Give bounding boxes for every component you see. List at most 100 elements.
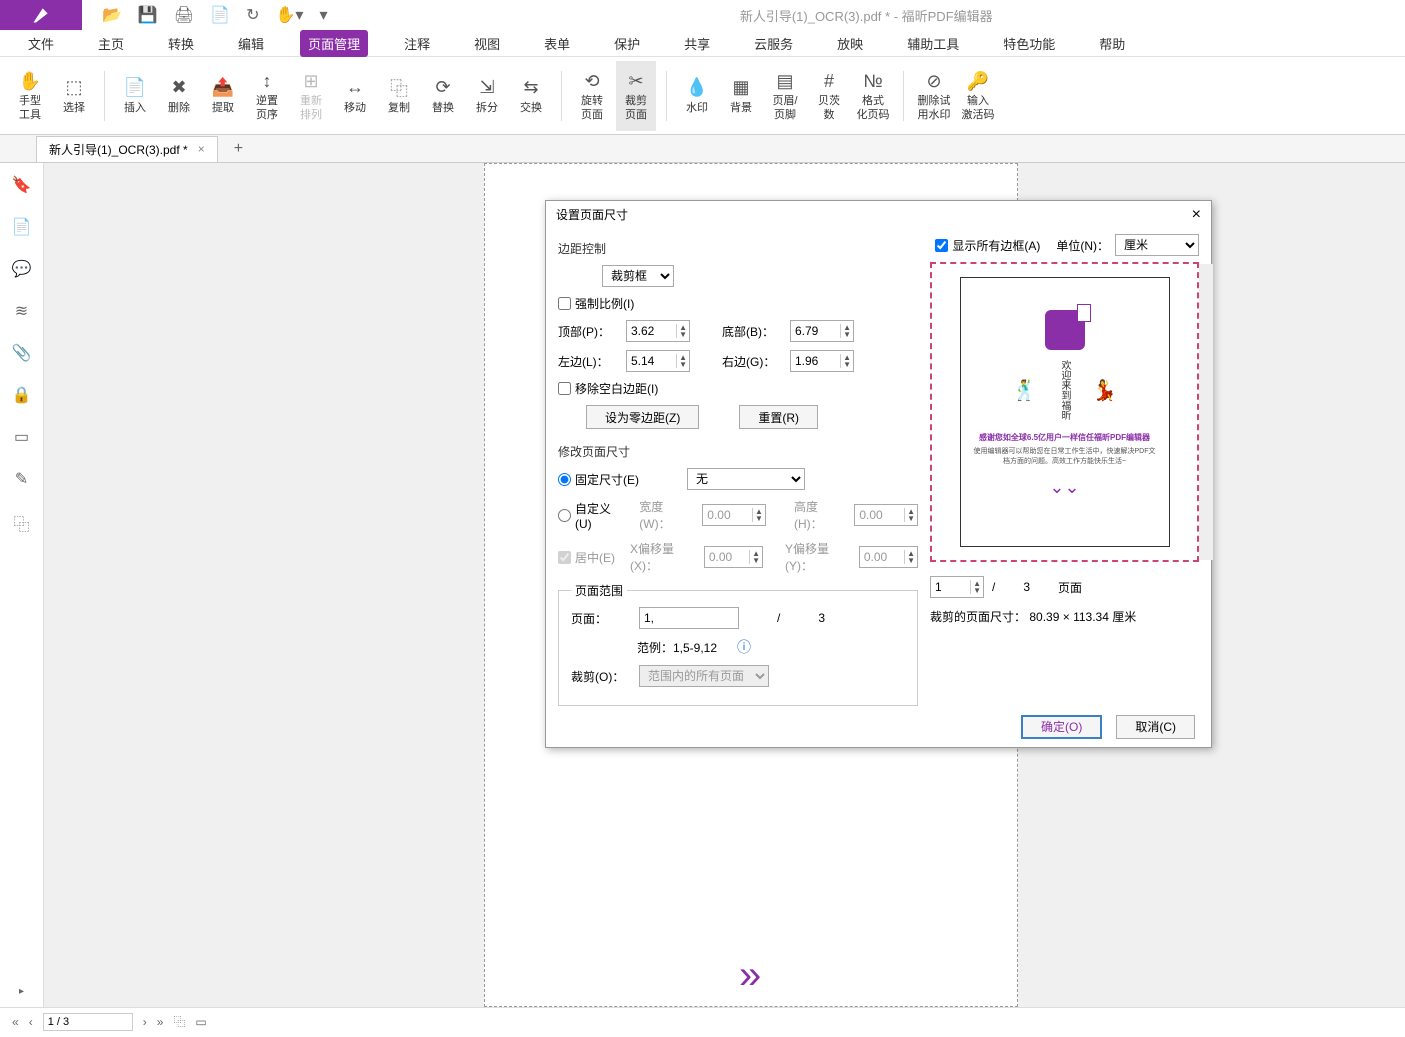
security-icon[interactable]: 🔒 (12, 385, 32, 405)
close-icon[interactable]: × (1192, 206, 1201, 224)
menu-放映[interactable]: 放映 (829, 30, 871, 57)
menu-转换[interactable]: 转换 (160, 30, 202, 57)
open-icon[interactable]: 📂 (102, 5, 122, 25)
first-page-icon[interactable]: « (12, 1015, 19, 1029)
ribbon-插入[interactable]: 📄插入 (115, 61, 155, 131)
left-input[interactable]: 5.14▲▼ (626, 350, 690, 372)
ribbon-提取[interactable]: 📤 提取 (203, 61, 243, 131)
chevron-down-icon: » (739, 953, 761, 998)
ribbon-替换[interactable]: ⟳替换 (423, 61, 463, 131)
menu-注释[interactable]: 注释 (396, 30, 438, 57)
ribbon-label: 页眉/页脚 (772, 95, 797, 121)
fixed-size-select[interactable]: 无 (687, 468, 805, 490)
pages-input[interactable] (639, 607, 739, 629)
print-icon[interactable]: 🖨 (174, 5, 194, 25)
ribbon-逆置页序[interactable]: ↕逆置页序 (247, 61, 287, 131)
form-icon[interactable]: ▭ (14, 427, 29, 447)
ribbon-icon: ↔ (343, 76, 367, 100)
close-icon[interactable]: × (198, 142, 205, 156)
prev-page-icon[interactable]: ‹ (29, 1015, 33, 1029)
top-input[interactable]: 3.62▲▼ (626, 320, 690, 342)
compare-icon[interactable]: ⿻ (13, 511, 29, 535)
bottom-input[interactable]: 6.79▲▼ (790, 320, 854, 342)
ribbon-手型工具[interactable]: ✋手型工具 (10, 61, 50, 131)
redo-icon[interactable]: ↻ (246, 5, 259, 25)
more-icon[interactable]: ▾ (319, 5, 327, 25)
right-input[interactable]: 1.96▲▼ (790, 350, 854, 372)
ribbon-icon: ✂ (624, 69, 648, 93)
add-tab-button[interactable]: + (234, 140, 243, 158)
last-page-icon[interactable]: » (157, 1015, 164, 1029)
ribbon-选择[interactable]: ⬚选择 (54, 61, 94, 131)
menu-云服务[interactable]: 云服务 (746, 30, 801, 57)
menu-视图[interactable]: 视图 (466, 30, 508, 57)
ribbon-旋转页面[interactable]: ⟲旋转页面 (572, 61, 612, 131)
fixed-size-radio[interactable]: 固定尺寸(E) (558, 471, 639, 488)
zero-margin-button[interactable]: 设为零边距(Z) (586, 405, 699, 429)
ribbon-删除[interactable]: ✖删除 (159, 61, 199, 131)
ribbon-label: 格式化页码 (857, 95, 890, 121)
ribbon-label: 逆置页序 (256, 95, 278, 121)
crop-range-select[interactable]: 范围内的所有页面 (639, 665, 769, 687)
ok-button[interactable]: 确定(O) (1021, 715, 1102, 739)
save-icon[interactable]: 💾 (138, 5, 158, 25)
ribbon-页眉/页脚[interactable]: ▤页眉/页脚 (765, 61, 805, 131)
preview-scrollbar[interactable] (1199, 264, 1213, 560)
hand-icon[interactable]: ✋▾ (275, 5, 303, 25)
new-icon[interactable]: 📄 (210, 5, 230, 25)
ribbon-裁剪页面[interactable]: ✂裁剪页面 (616, 61, 656, 131)
ribbon-拆分[interactable]: ⇲拆分 (467, 61, 507, 131)
comments-icon[interactable]: 💬 (12, 259, 32, 279)
force-ratio-checkbox[interactable]: 强制比例(I) (558, 295, 634, 312)
next-page-icon[interactable]: › (143, 1015, 147, 1029)
quick-access-toolbar: 📂 💾 🖨 📄 ↻ ✋▾ ▾ (102, 5, 327, 25)
menu-编辑[interactable]: 编辑 (230, 30, 272, 57)
ribbon-贝茨数[interactable]: #贝茨数 (809, 61, 849, 131)
cancel-button[interactable]: 取消(C) (1116, 715, 1195, 739)
page-number-input[interactable] (43, 1013, 133, 1031)
menu-帮助[interactable]: 帮助 (1091, 30, 1133, 57)
ribbon-移动[interactable]: ↔移动 (335, 61, 375, 131)
ribbon-重新排列: ⊞重新排列 (291, 61, 331, 131)
menu-保护[interactable]: 保护 (606, 30, 648, 57)
menu-文件[interactable]: 文件 (20, 30, 62, 57)
remove-white-checkbox[interactable]: 移除空白边距(I) (558, 380, 658, 397)
expand-icon[interactable]: ▸ (19, 986, 24, 997)
info-icon[interactable]: ⓘ (737, 637, 751, 657)
ribbon-交换[interactable]: ⇆交换 (511, 61, 551, 131)
unit-select[interactable]: 厘米 (1115, 234, 1199, 256)
signature-icon[interactable]: ✎ (15, 469, 28, 489)
menu-辅助工具[interactable]: 辅助工具 (899, 30, 967, 57)
view-mode-icon[interactable]: ⿻ (173, 1013, 185, 1030)
document-tab[interactable]: 新人引导(1)_OCR(3).pdf * × (36, 136, 218, 162)
menu-主页[interactable]: 主页 (90, 30, 132, 57)
ribbon-icon: ⬚ (62, 76, 86, 100)
ribbon-label: 提取 (212, 102, 234, 115)
pages-icon[interactable]: 📄 (12, 217, 32, 237)
layers-icon[interactable]: ≋ (15, 301, 28, 321)
preview-page-input[interactable]: 1▲▼ (930, 576, 984, 598)
bookmark-icon[interactable]: 🔖 (12, 175, 32, 195)
ribbon-复制[interactable]: ⿻复制 (379, 61, 419, 131)
menu-特色功能[interactable]: 特色功能 (995, 30, 1063, 57)
crop-box-select[interactable]: 裁剪框 (602, 265, 674, 287)
custom-size-radio[interactable]: 自定义(U) (558, 500, 627, 531)
margin-control-label: 边距控制 (558, 240, 918, 257)
show-all-borders-checkbox[interactable]: 显示所有边框(A) (935, 237, 1040, 254)
ribbon-格式化页码[interactable]: №格式化页码 (853, 61, 893, 131)
ribbon-label: 贝茨数 (818, 95, 840, 121)
ribbon-icon: 📤 (211, 76, 235, 100)
ribbon-label: 裁剪页面 (625, 95, 647, 121)
ribbon-水印[interactable]: 💧水印 (677, 61, 717, 131)
menu-表单[interactable]: 表单 (536, 30, 578, 57)
ribbon-输入激活码[interactable]: 🔑输入激活码 (958, 61, 998, 131)
menu-共享[interactable]: 共享 (676, 30, 718, 57)
ribbon-背景[interactable]: ▦背景 (721, 61, 761, 131)
reset-button[interactable]: 重置(R) (739, 405, 818, 429)
ribbon-label: 手型工具 (19, 95, 41, 121)
crop-size-label: 裁剪的页面尺寸： (930, 610, 1026, 624)
fit-icon[interactable]: ▭ (195, 1015, 206, 1029)
menu-页面管理[interactable]: 页面管理 (300, 30, 368, 57)
attachments-icon[interactable]: 📎 (12, 343, 32, 363)
ribbon-删除试用水印[interactable]: ⊘删除试用水印 (914, 61, 954, 131)
